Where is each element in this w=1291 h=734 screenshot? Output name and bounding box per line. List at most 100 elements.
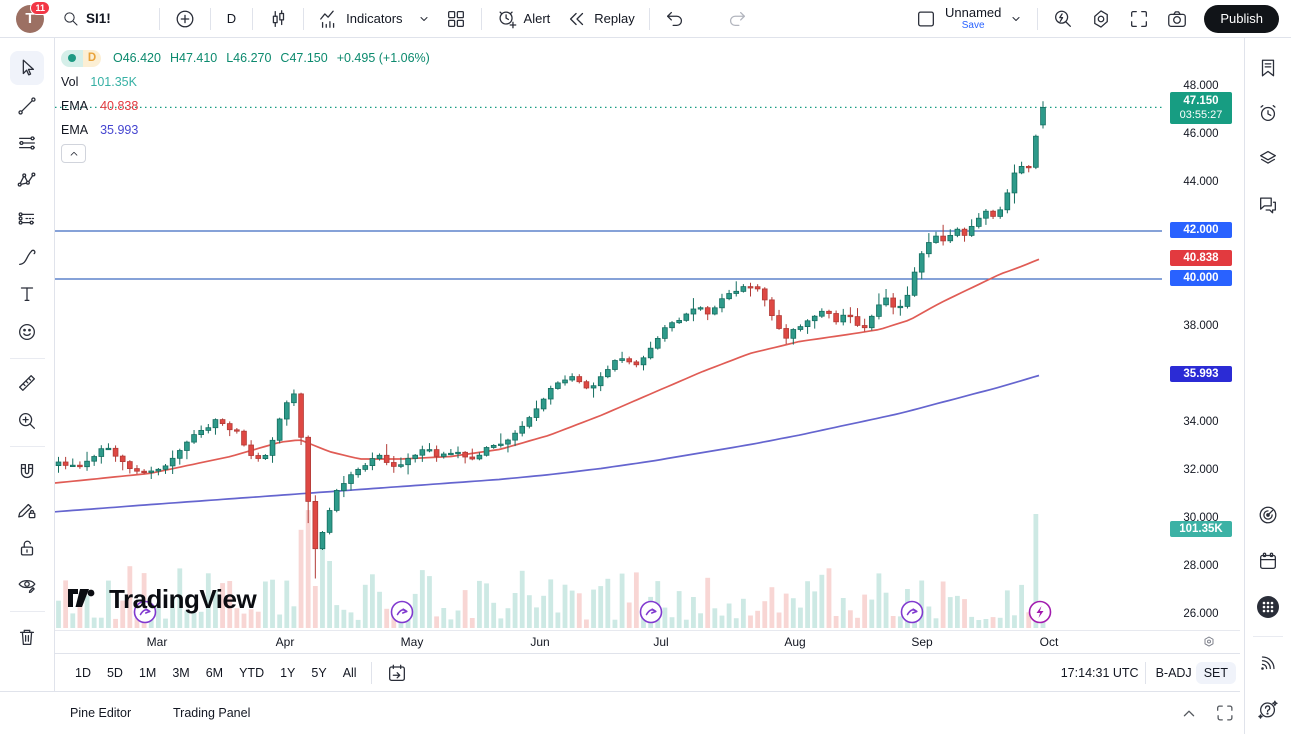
chart-type-button[interactable] [259,0,297,38]
projection-tool-button[interactable] [10,202,44,236]
calendar-button[interactable] [1251,544,1285,578]
divider [10,611,45,612]
plus-circle-icon [174,8,196,30]
indicator-templates-button[interactable] [411,0,437,38]
redo-icon [726,8,748,30]
legend-collapse-button[interactable] [61,144,86,163]
range-buttons: 1D5D1M3M6MYTD1Y5YAll [67,662,365,684]
divider [1145,662,1146,684]
measure-tool-button[interactable] [10,366,44,400]
indicators-button[interactable]: Indicators [310,0,410,38]
layout-square-icon [915,8,937,30]
compare-add-button[interactable] [166,0,204,38]
volume-legend-row[interactable]: Vol 101.35K [61,72,430,92]
streams-button[interactable] [1251,646,1285,680]
ema1-label: EMA [61,99,88,113]
redo-button[interactable] [718,0,756,38]
range-button-5y[interactable]: 5Y [304,662,333,684]
panel-maximize-icon[interactable] [1214,702,1236,724]
range-button-1y[interactable]: 1Y [273,662,302,684]
grid-layout-button[interactable] [437,0,475,38]
indicators-icon [318,8,340,30]
interval-button[interactable]: D [217,0,246,38]
range-button-6m[interactable]: 6M [199,662,230,684]
price-axis-label: 46.000 [1162,128,1240,140]
settlement-toggle[interactable]: SET [1196,662,1236,684]
pattern-tool-button[interactable] [10,163,44,197]
chart-pane[interactable]: TradingView D O46.420 H47.410 L46.270 C4… [55,38,1162,630]
fullscreen-button[interactable] [1120,0,1158,38]
price-axis[interactable]: 48.00046.00044.00038.00034.00032.00030.0… [1162,38,1240,630]
gear-icon [1090,8,1112,30]
cursor-tool-button[interactable] [10,51,44,85]
top-toolbar: T 11 SI1! D Indicators Alert [0,0,1291,38]
axis-settings-gear-icon[interactable] [1201,634,1217,650]
trend-line-tool-button[interactable] [10,89,44,123]
zoom-in-tool-button[interactable] [10,404,44,438]
replay-button[interactable]: Replay [558,0,642,38]
trading-panel-tab[interactable]: Trading Panel [173,706,250,720]
save-layout-button[interactable]: Unnamed Save [945,6,1001,32]
range-button-all[interactable]: All [336,662,364,684]
layout-button[interactable] [907,0,945,38]
price-axis-badge: 35.993 [1170,366,1232,382]
screener-button[interactable] [1251,498,1285,532]
settings-button[interactable] [1082,0,1120,38]
time-axis-month-label: Apr [276,635,295,649]
help-button[interactable] [1251,692,1285,726]
ema-fast-legend-row[interactable]: EMA 40.838 [61,96,430,116]
right-sidebar [1244,38,1291,734]
object-tree-button[interactable] [1251,141,1285,175]
chat-button[interactable] [1251,188,1285,222]
go-to-date-button[interactable] [378,654,416,692]
range-button-1d[interactable]: 1D [68,662,98,684]
range-button-ytd[interactable]: YTD [232,662,271,684]
brush-tool-button[interactable] [10,240,44,274]
text-tool-button[interactable] [10,277,44,311]
server-clock[interactable]: 17:14:31 UTC [1061,666,1139,680]
alert-button[interactable]: Alert [488,0,559,38]
watchlist-icon [1257,57,1279,79]
help-sparkle-icon [1257,698,1279,720]
apps-button[interactable] [1251,590,1285,624]
time-axis[interactable]: MarAprMayJunJulAugSepOct [55,630,1240,653]
layout-menu-button[interactable] [1001,0,1031,38]
price-axis-badge: 40.838 [1170,250,1232,266]
emoji-tool-button[interactable] [10,315,44,349]
range-button-3m[interactable]: 3M [165,662,196,684]
price-axis-label: 38.000 [1162,320,1240,332]
horizontal-line-tool-button[interactable] [10,126,44,160]
zoom-in-icon [16,410,38,432]
fib-projection-icon [16,208,38,230]
user-avatar[interactable]: T 11 [16,5,44,33]
remove-objects-button[interactable] [10,620,44,654]
candlestick-icon [267,8,289,30]
alerts-panel-button[interactable] [1251,96,1285,130]
lock-drawings-button[interactable] [10,531,44,565]
symbol-search-button[interactable]: SI1! [54,0,119,38]
drawing-mode-button[interactable] [10,493,44,527]
undo-button[interactable] [656,0,694,38]
pencil-lock-icon [16,499,38,521]
ema-slow-legend-row[interactable]: EMA 35.993 [61,120,430,140]
publish-button[interactable]: Publish [1204,5,1279,33]
time-axis-month-label: Sep [911,635,932,649]
text-icon [16,283,38,305]
panel-expand-chevron-icon[interactable] [1178,702,1200,724]
hide-drawings-button[interactable] [10,568,44,602]
symbol-interval-pill[interactable]: D [61,50,101,67]
time-axis-month-label: Aug [784,635,805,649]
pine-editor-tab[interactable]: Pine Editor [70,706,131,720]
vol-value: 101.35K [90,75,137,89]
symbol-name: SI1! [86,11,111,26]
quick-search-button[interactable] [1044,0,1082,38]
apps-grid-icon [1255,594,1281,620]
magnet-mode-button[interactable] [10,455,44,489]
range-button-5d[interactable]: 5D [100,662,130,684]
back-adjust-toggle[interactable]: B-ADJ [1156,666,1192,680]
indicators-label: Indicators [346,11,402,26]
range-button-1m[interactable]: 1M [132,662,163,684]
search-icon [62,10,80,28]
snapshot-button[interactable] [1158,0,1196,38]
watchlist-button[interactable] [1251,51,1285,85]
